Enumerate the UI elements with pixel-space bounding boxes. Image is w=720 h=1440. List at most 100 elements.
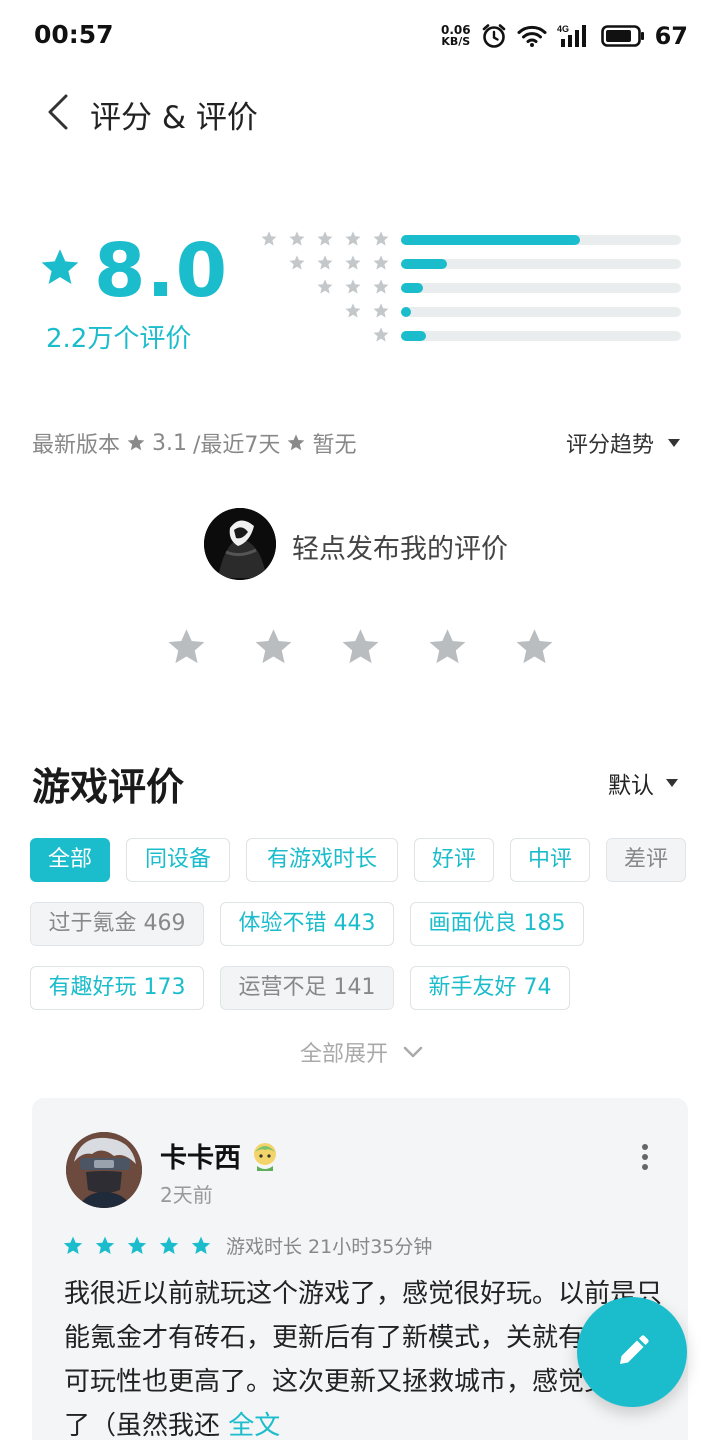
distribution-row-5-star	[256, 228, 686, 252]
star-icon	[288, 434, 305, 451]
star-icon	[159, 1236, 179, 1254]
reviewer-name-row: 卡卡西	[160, 1136, 281, 1175]
rate-star-2[interactable]	[252, 626, 295, 669]
star-icon	[191, 1236, 211, 1254]
review-card[interactable]: 卡卡西 2天前 游戏时长 21小时35分钟 我很近以前就玩这个游戏了，感觉很好玩…	[32, 1098, 688, 1440]
expand-all-button[interactable]: 全部展开	[300, 1036, 424, 1068]
filter-chip-positive[interactable]: 好评	[414, 838, 494, 882]
rate-stars	[165, 626, 556, 669]
distribution-bar	[401, 259, 448, 269]
review-stars: 游戏时长 21小时35分钟	[62, 1232, 432, 1259]
star-icon	[317, 231, 333, 246]
filter-chip-same-device[interactable]: 同设备	[126, 838, 230, 882]
tag-chip[interactable]: 体验不错 443	[220, 902, 394, 946]
distribution-stars	[372, 326, 390, 344]
filter-chip-all[interactable]: 全部	[30, 838, 110, 882]
filter-chip-negative[interactable]: 差评	[606, 838, 686, 882]
star-icon	[345, 303, 361, 318]
reviewer-name: 卡卡西	[160, 1143, 241, 1174]
star-icon	[261, 231, 277, 246]
back-arrow-icon[interactable]	[40, 90, 80, 134]
tag-chip[interactable]: 有趣好玩 173	[30, 966, 204, 1010]
star-icon	[373, 231, 389, 246]
tag-chip[interactable]: 新手友好 74	[410, 966, 570, 1010]
recent-score: 暂无	[312, 433, 357, 458]
star-icon	[289, 255, 305, 270]
review-time: 2天前	[160, 1183, 213, 1207]
recent-label: /最近7天	[193, 433, 281, 458]
status-bar: 00:57 0.06 KB/S 4G 67	[0, 0, 720, 72]
distribution-row-3-star	[256, 276, 686, 300]
average-score: 8.0	[94, 228, 229, 314]
distribution-stars	[260, 230, 390, 248]
star-icon	[317, 279, 333, 294]
reviewer-avatar[interactable]	[66, 1132, 142, 1208]
sort-dropdown[interactable]: 默认	[608, 766, 678, 800]
page-title: 评分 & 评价	[90, 100, 258, 136]
distribution-bar	[401, 307, 411, 317]
caret-down-icon	[668, 439, 680, 447]
star-icon	[373, 279, 389, 294]
post-review-prompt[interactable]: 轻点发布我的评价	[292, 527, 508, 566]
tag-chip[interactable]: 画面优良 185	[410, 902, 584, 946]
distribution-stars	[288, 254, 390, 272]
score-star-icon	[41, 249, 79, 284]
network-type-label: 4G	[557, 24, 569, 34]
star-icon	[289, 231, 305, 246]
rating-trend-dropdown[interactable]: 评分趋势	[566, 427, 680, 459]
review-body: 我很近以前就玩这个游戏了，感觉很好玩。以前是只能氪金才有砖石，更新后有了新模式，…	[64, 1279, 663, 1440]
star-icon	[345, 279, 361, 294]
filter-chip-neutral[interactable]: 中评	[510, 838, 590, 882]
tag-chip[interactable]: 过于氪金 469	[30, 902, 204, 946]
star-icon	[127, 434, 145, 451]
battery-percent: 67	[654, 22, 688, 50]
star-icon	[373, 255, 389, 270]
read-more-link[interactable]: 全文	[220, 1411, 280, 1440]
star-icon	[95, 1236, 115, 1254]
latest-version-label: 最新版本	[32, 433, 121, 458]
chevron-down-icon	[403, 1046, 423, 1058]
star-icon	[63, 1236, 83, 1254]
more-options-icon[interactable]	[640, 1142, 650, 1172]
section-title: 游戏评价	[32, 765, 185, 809]
distribution-track	[401, 283, 681, 293]
star-icon	[317, 255, 333, 270]
filter-chip-playtime[interactable]: 有游戏时长	[246, 838, 398, 882]
star-icon	[345, 231, 361, 246]
rating-trend-label: 评分趋势	[565, 433, 654, 458]
version-rating-row: 最新版本 3.1 /最近7天 暂无	[32, 427, 356, 459]
review-playtime: 游戏时长 21小时35分钟	[226, 1236, 433, 1258]
distribution-row-2-star	[256, 300, 686, 324]
distribution-bar	[401, 331, 427, 341]
caret-down-icon	[666, 779, 678, 787]
star-icon	[345, 255, 361, 270]
distribution-stars	[316, 278, 390, 296]
rate-star-5[interactable]	[513, 626, 556, 669]
expand-all-label: 全部展开	[300, 1042, 389, 1067]
avatar-image	[66, 1132, 142, 1208]
distribution-track	[401, 331, 681, 341]
write-review-button[interactable]	[577, 1297, 687, 1407]
cellular-signal-icon: 4G	[557, 24, 586, 47]
net-speed-unit: KB/S	[441, 35, 471, 48]
app-header: 评分 & 评价	[0, 80, 720, 144]
star-icon	[127, 1236, 147, 1254]
battery-icon	[600, 25, 644, 47]
star-icon	[373, 303, 389, 318]
rate-star-1[interactable]	[165, 626, 208, 669]
screen: 00:57 0.06 KB/S 4G 67 评分 & 评价 8.0 2.2万个评…	[0, 0, 720, 1440]
distribution-stars	[344, 302, 390, 320]
my-avatar[interactable]	[204, 508, 276, 580]
rate-star-3[interactable]	[339, 626, 382, 669]
distribution-track	[401, 235, 681, 245]
tag-chip[interactable]: 运营不足 141	[220, 966, 394, 1010]
read-more-label: 全文	[228, 1411, 281, 1440]
net-speed: 0.06 KB/S	[441, 24, 471, 48]
avatar-image	[204, 508, 276, 580]
rate-star-4[interactable]	[426, 626, 469, 669]
wifi-icon	[517, 25, 547, 47]
distribution-row-4-star	[256, 252, 686, 276]
rating-count: 2.2万个评价	[46, 324, 192, 354]
star-icon	[373, 327, 389, 342]
sort-label: 默认	[608, 773, 654, 799]
